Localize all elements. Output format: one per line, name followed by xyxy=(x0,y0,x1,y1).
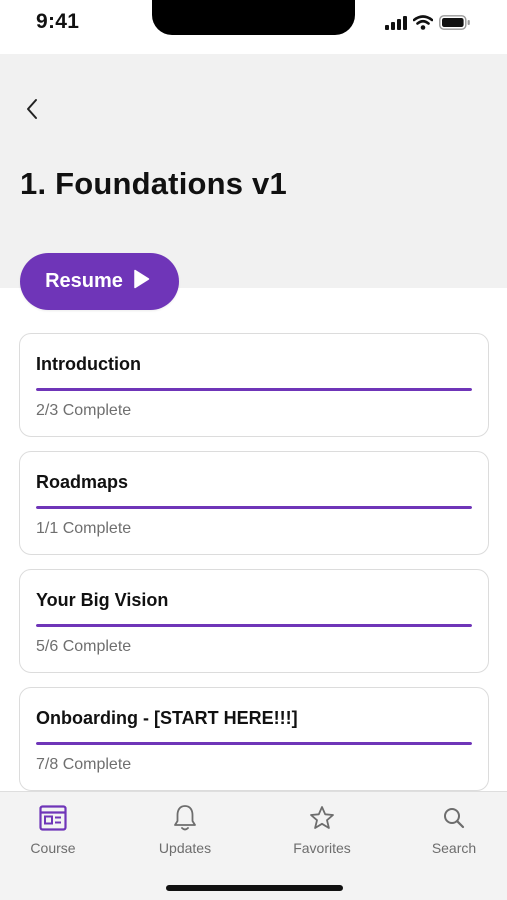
tab-bar: Course Updates Favorites Search xyxy=(0,791,507,900)
tab-search-label: Search xyxy=(431,840,477,856)
tab-course-label: Course xyxy=(30,840,76,856)
bell-icon xyxy=(173,804,197,837)
module-title: Introduction xyxy=(36,354,141,374)
course-icon xyxy=(39,804,67,836)
tab-favorites[interactable]: Favorites xyxy=(277,804,367,856)
wifi-icon xyxy=(412,15,434,35)
tab-updates[interactable]: Updates xyxy=(140,804,230,856)
module-progress-bar xyxy=(36,506,472,509)
module-progress-fill xyxy=(36,624,472,627)
module-progress-fill xyxy=(36,742,472,745)
status-time: 9:41 xyxy=(36,10,80,33)
battery-icon xyxy=(439,15,471,35)
home-indicator xyxy=(166,885,343,891)
module-progress-text: 1/1 Complete xyxy=(36,520,132,537)
module-title: Your Big Vision xyxy=(36,590,169,610)
search-icon xyxy=(442,806,466,835)
page-title: 1. Foundations v1 xyxy=(20,166,287,201)
play-icon xyxy=(133,269,150,295)
module-progress-text: 2/3 Complete xyxy=(36,402,132,419)
tab-updates-label: Updates xyxy=(158,840,212,856)
star-icon xyxy=(309,805,335,836)
module-progress-text: 5/6 Complete xyxy=(36,638,132,655)
resume-button-label: Resume xyxy=(45,270,123,292)
module-card[interactable]: Onboarding - [START HERE!!!] 7/8 Complet… xyxy=(19,687,489,791)
module-title: Onboarding - [START HERE!!!] xyxy=(36,708,298,728)
module-list: Introduction 2/3 Complete Roadmaps 1/1 C… xyxy=(19,333,489,805)
module-progress-bar xyxy=(36,742,472,745)
module-title: Roadmaps xyxy=(36,472,129,492)
back-button[interactable] xyxy=(18,96,46,126)
module-progress-fill xyxy=(36,506,472,509)
resume-button[interactable]: Resume xyxy=(20,253,179,310)
tab-course[interactable]: Course xyxy=(8,804,98,856)
status-icons xyxy=(385,15,471,35)
tab-search[interactable]: Search xyxy=(409,804,499,856)
notch xyxy=(152,0,355,35)
tab-favorites-label: Favorites xyxy=(293,840,351,856)
status-bar: 9:41 xyxy=(0,0,507,54)
module-card[interactable]: Roadmaps 1/1 Complete xyxy=(19,451,489,555)
module-card[interactable]: Your Big Vision 5/6 Complete xyxy=(19,569,489,673)
module-progress-bar xyxy=(36,388,472,391)
module-card[interactable]: Introduction 2/3 Complete xyxy=(19,333,489,437)
module-progress-text: 7/8 Complete xyxy=(36,756,132,773)
chevron-left-icon xyxy=(25,98,39,125)
module-progress-fill xyxy=(36,388,472,391)
module-progress-bar xyxy=(36,624,472,627)
signal-icon xyxy=(385,15,407,35)
